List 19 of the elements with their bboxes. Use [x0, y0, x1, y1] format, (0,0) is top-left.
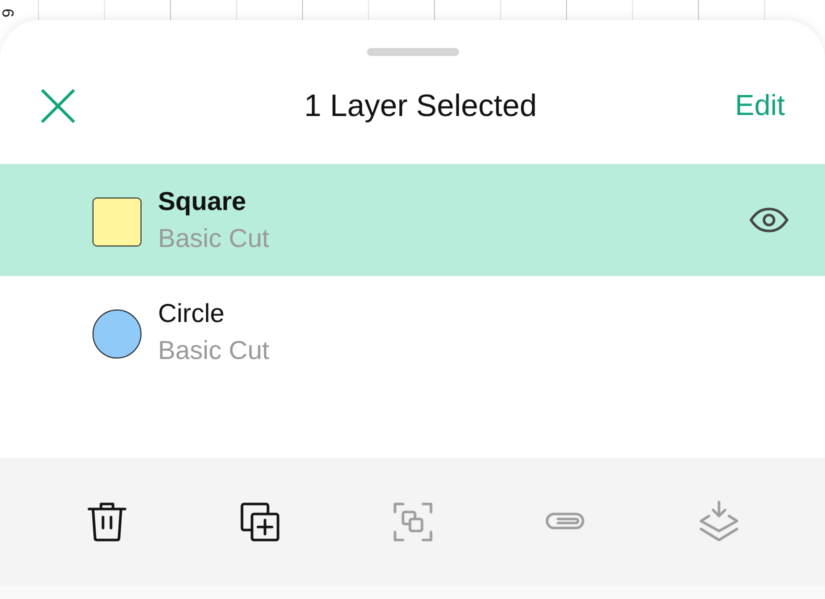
- duplicate-icon: [238, 500, 282, 544]
- trash-icon: [84, 500, 128, 544]
- group-icon: [390, 500, 434, 544]
- layer-name: Circle: [158, 298, 226, 329]
- close-icon: [40, 88, 76, 124]
- layer-name: Square: [158, 186, 248, 217]
- layers-download-icon: [696, 500, 740, 544]
- visibility-button[interactable]: [749, 207, 789, 233]
- delete-button[interactable]: [84, 500, 128, 544]
- layer-row[interactable]: Circle Basic Cut: [0, 276, 825, 388]
- ruler-label: 6: [0, 8, 16, 18]
- eye-icon: [749, 207, 789, 233]
- layer-operation: Basic Cut: [158, 223, 270, 254]
- duplicate-button[interactable]: [238, 500, 282, 544]
- sheet-title: 1 Layer Selected: [304, 88, 537, 124]
- close-button[interactable]: [40, 88, 76, 124]
- layer-row[interactable]: Square Basic Cut: [0, 164, 825, 276]
- layer-operation: Basic Cut: [158, 335, 270, 366]
- drag-handle[interactable]: [366, 48, 458, 56]
